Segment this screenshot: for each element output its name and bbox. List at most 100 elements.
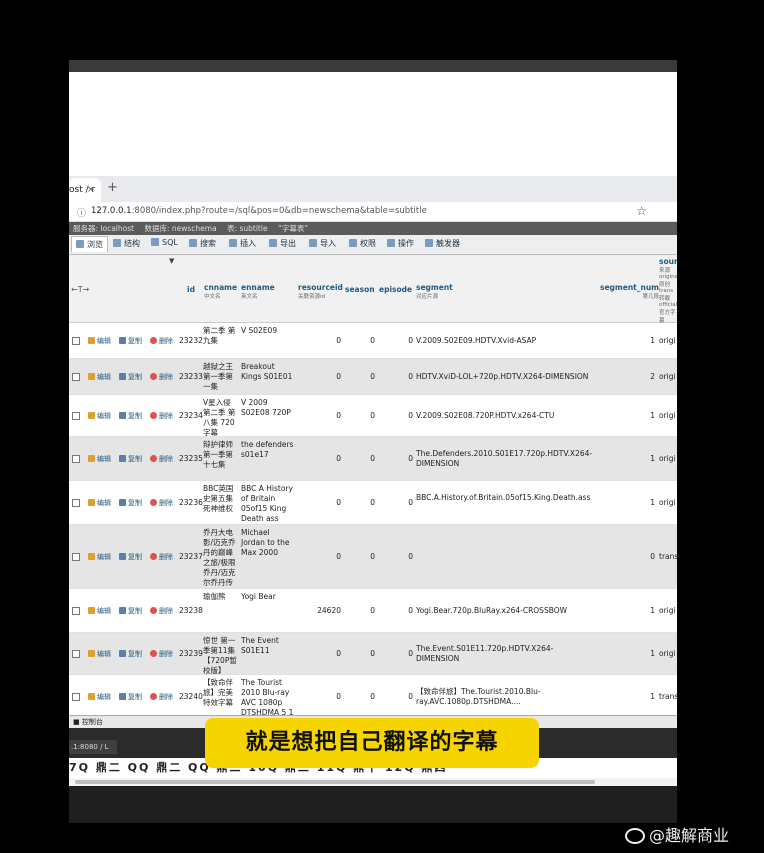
edit-button[interactable]: 编辑 [88,372,111,382]
cell-segment-num: 1 [650,454,655,463]
tab-insert[interactable]: 插入 [229,238,256,249]
copy-button[interactable]: 复制 [119,411,142,421]
close-icon[interactable]: × [87,178,95,202]
table-row: 编辑 复制 删除 23238 瑜伽熊 Yogi Bear 24620 0 0 Yogi.Bear.… [69,589,677,633]
cell-season: 0 [370,411,375,420]
col-season[interactable]: season [345,285,375,294]
copy-button[interactable]: 复制 [119,454,142,464]
delete-icon [150,412,157,419]
table-row: 编辑 复制 删除 23239 惊世 第一季第11集 【720P暂校版】 The Event… [69,633,677,675]
cell-enname: The Event S01E11 [241,636,279,655]
row-checkbox[interactable] [72,337,80,345]
delete-button[interactable]: 删除 [150,606,173,616]
col-source[interactable]: sour来源 original 原创 trans 转载 official 官方字… [659,257,677,324]
browser-tab[interactable]: ost / r × [69,178,101,202]
delete-button[interactable]: 删除 [150,454,173,464]
copy-button[interactable]: 复制 [119,372,142,382]
bookmark-star-icon[interactable]: ☆ [636,204,647,218]
delete-button[interactable]: 删除 [150,372,173,382]
cell-season: 0 [370,498,375,507]
edit-button[interactable]: 编辑 [88,692,111,702]
row-checkbox[interactable] [72,412,80,420]
col-segment[interactable]: segment 对应片源 [416,283,453,300]
delete-button[interactable]: 删除 [150,692,173,702]
tab-privileges[interactable]: 权限 [349,238,376,249]
url-text[interactable]: 127.0.0.1:8080/index.php?route=/sql&pos=… [91,206,427,216]
col-enname[interactable]: enname 英文名 [241,283,275,300]
col-cnname[interactable]: cnname 中文名 [204,283,237,300]
copy-button[interactable]: 复制 [119,606,142,616]
table-row: 编辑 复制 删除 23237 乔丹大电影/迈克乔丹的巅峰之旅/极限乔丹/迈克尔乔丹传 Mi… [69,525,677,589]
tab-operations[interactable]: 操作 [387,238,414,249]
cell-segment-num: 0 [650,552,655,561]
breadcrumb-table[interactable]: 表: subtitle [227,224,268,233]
copy-icon [119,693,126,700]
edit-button[interactable]: 编辑 [88,606,111,616]
delete-button[interactable]: 删除 [150,649,173,659]
cell-episode: 0 [408,649,413,658]
new-tab-icon[interactable]: + [107,180,118,195]
edit-button[interactable]: 编辑 [88,411,111,421]
col-id[interactable]: id [187,285,195,294]
delete-button[interactable]: 删除 [150,336,173,346]
cell-cnname: V星入侵 第二季 第八集 720 字幕 [203,398,236,437]
cell-source: origi [659,606,676,615]
sort-arrow-icon[interactable]: ▼ [169,257,174,265]
tab-sql[interactable]: SQL [151,238,178,247]
table-row: 编辑 复制 删除 23233 越狱之王 第一季第一集 Breakout Kings S01… [69,359,677,395]
copy-icon [119,373,126,380]
row-checkbox[interactable] [72,607,80,615]
horizontal-scrollbar[interactable] [69,778,677,786]
edit-button[interactable]: 编辑 [88,336,111,346]
column-nav-arrows[interactable]: ←T→ [71,285,89,294]
edit-button[interactable]: 编辑 [88,454,111,464]
copy-icon [119,650,126,657]
delete-button[interactable]: 删除 [150,498,173,508]
cell-enname: The Tourist 2010 Blu-ray AVC 1080p DTSHD… [241,678,294,717]
watermark-text: @趣解商业 [649,826,730,845]
taskbar-item[interactable]: .1:8080 / L [69,740,117,754]
cell-segment: Yogi.Bear.720p.BluRay.x264-CROSSBOW [416,606,568,615]
row-checkbox[interactable] [72,373,80,381]
delete-button[interactable]: 删除 [150,411,173,421]
tab-browse[interactable]: 浏览 [71,236,108,252]
breadcrumb-database[interactable]: 数据库: newschema [144,224,216,233]
import-icon [309,239,317,247]
cell-source: origi [659,498,676,507]
cell-id: 23236 [179,498,203,507]
row-checkbox[interactable] [72,455,80,463]
delete-icon [150,693,157,700]
copy-button[interactable]: 复制 [119,498,142,508]
row-checkbox[interactable] [72,553,80,561]
edit-button[interactable]: 编辑 [88,649,111,659]
row-checkbox[interactable] [72,693,80,701]
col-episode[interactable]: episode [379,285,412,294]
tab-export[interactable]: 导出 [269,238,296,249]
edit-button[interactable]: 编辑 [88,498,111,508]
cell-segment-num: 1 [650,692,655,701]
tab-search[interactable]: 搜索 [189,238,216,249]
copy-button[interactable]: 复制 [119,552,142,562]
cell-episode: 0 [408,498,413,507]
col-resourceid[interactable]: resourceid 关联资源id [298,283,343,300]
tab-structure[interactable]: 结构 [113,238,140,249]
row-checkbox[interactable] [72,499,80,507]
scrollbar-thumb[interactable] [75,780,595,784]
pma-tab-bar: 浏览 结构 SQL 搜索 插入 导出 导入 权限 操作 触发器 [69,235,677,255]
copy-icon [119,455,126,462]
edit-button[interactable]: 编辑 [88,552,111,562]
info-icon[interactable]: ⓘ [77,206,86,219]
row-checkbox[interactable] [72,650,80,658]
cell-resourceid: 0 [336,649,341,658]
copy-button[interactable]: 复制 [119,692,142,702]
delete-button[interactable]: 删除 [150,552,173,562]
breadcrumb-server[interactable]: 服务器: localhost [73,224,134,233]
tab-import[interactable]: 导入 [309,238,336,249]
copy-button[interactable]: 复制 [119,336,142,346]
col-segment-num[interactable]: segment_num 第几段 [600,283,659,300]
tab-triggers[interactable]: 触发器 [425,238,460,249]
address-bar[interactable]: ⓘ 127.0.0.1:8080/index.php?route=/sql&po… [69,202,677,222]
copy-button[interactable]: 复制 [119,649,142,659]
copy-icon [119,499,126,506]
cell-resourceid: 0 [336,411,341,420]
